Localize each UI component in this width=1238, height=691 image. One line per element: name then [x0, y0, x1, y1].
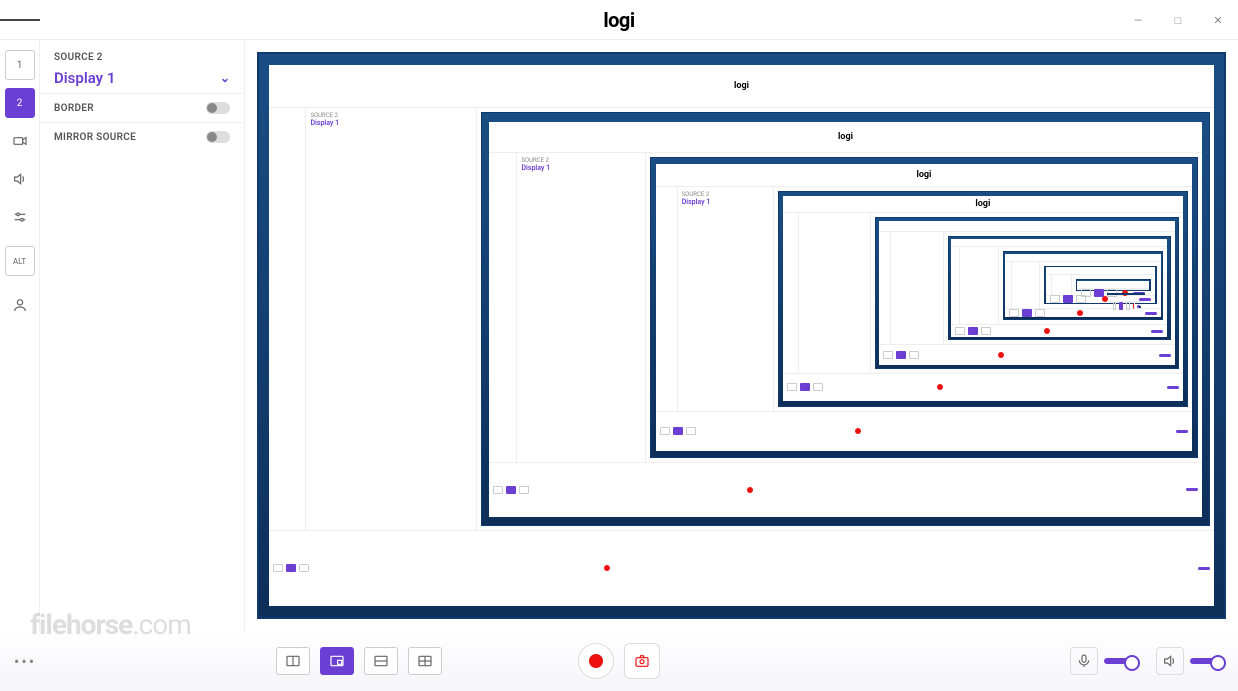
mirror-label: MIRROR SOURCE: [54, 132, 136, 143]
border-label: BORDER: [54, 103, 94, 114]
record-button[interactable]: [578, 643, 614, 679]
volume-slider[interactable]: [1190, 658, 1224, 664]
user-icon[interactable]: [5, 290, 35, 320]
source-panel: SOURCE 2 Display 1 ⌄ BORDER MIRROR SOURC…: [40, 40, 245, 631]
chevron-down-icon: ⌄: [220, 71, 230, 85]
left-rail: 1 2 ALT: [0, 40, 40, 631]
rail-scene-1[interactable]: 1: [5, 50, 35, 80]
scene-button-2[interactable]: [320, 647, 354, 675]
source-number-label: SOURCE 2: [40, 52, 244, 63]
close-button[interactable]: ✕: [1198, 0, 1238, 40]
speaker-icon[interactable]: [5, 164, 35, 194]
nested-window: logiSOURCE 2Display 1logiSOURCE 2Display…: [269, 65, 1215, 606]
nested-window: logiSOURCE 2Display 1logiSOURCE 2Display…: [489, 122, 1202, 517]
maximize-button[interactable]: □: [1158, 0, 1198, 40]
minimize-button[interactable]: —: [1118, 0, 1158, 40]
record-controls: [578, 643, 660, 679]
source-select[interactable]: Display 1 ⌄: [40, 63, 244, 93]
volume-icon[interactable]: [1156, 647, 1184, 675]
display-capture: logiSOURCE 2Display 1logiSOURCE 2Display…: [257, 52, 1226, 619]
nested-window: [1005, 254, 1160, 318]
border-row: BORDER: [40, 93, 244, 122]
speaker-control: [1156, 647, 1224, 675]
more-options[interactable]: •••: [14, 652, 36, 671]
nested-window: [1046, 267, 1155, 302]
rail-scene-2[interactable]: 2: [5, 88, 35, 118]
scene-button-3[interactable]: [364, 647, 398, 675]
source-value: Display 1: [54, 69, 115, 87]
app-logo: logi: [603, 8, 634, 32]
settings-icon[interactable]: [5, 202, 35, 232]
nested-window: [951, 239, 1167, 337]
main-layout: 1 2 ALT SOURCE 2 Display 1 ⌄ BORDER MIRR…: [0, 40, 1238, 631]
mic-icon[interactable]: [1070, 647, 1098, 675]
watermark: filehorse.com: [30, 608, 191, 641]
rail-alt-button[interactable]: ALT: [5, 246, 35, 276]
nested-window: logi: [783, 196, 1182, 401]
preview-area: logiSOURCE 2Display 1logiSOURCE 2Display…: [245, 40, 1238, 631]
scene-button-1[interactable]: [276, 647, 310, 675]
record-icon: [589, 654, 603, 668]
mirror-row: MIRROR SOURCE: [40, 122, 244, 151]
nested-window: logiSOURCE 2Display 1logi: [656, 164, 1191, 450]
scene-button-4[interactable]: [408, 647, 442, 675]
mirror-toggle[interactable]: [206, 131, 230, 143]
snapshot-button[interactable]: [624, 643, 660, 679]
nested-window: [1077, 281, 1149, 290]
window-controls: — □ ✕: [1118, 0, 1238, 40]
menu-button[interactable]: [0, 0, 40, 40]
camera-icon[interactable]: [5, 126, 35, 156]
scene-switcher: [276, 647, 442, 675]
mic-slider[interactable]: [1104, 658, 1138, 664]
mic-control: [1070, 647, 1138, 675]
titlebar: logi — □ ✕: [0, 0, 1238, 40]
border-toggle[interactable]: [206, 102, 230, 114]
audio-controls: [1070, 647, 1224, 675]
nested-window: [879, 221, 1175, 365]
